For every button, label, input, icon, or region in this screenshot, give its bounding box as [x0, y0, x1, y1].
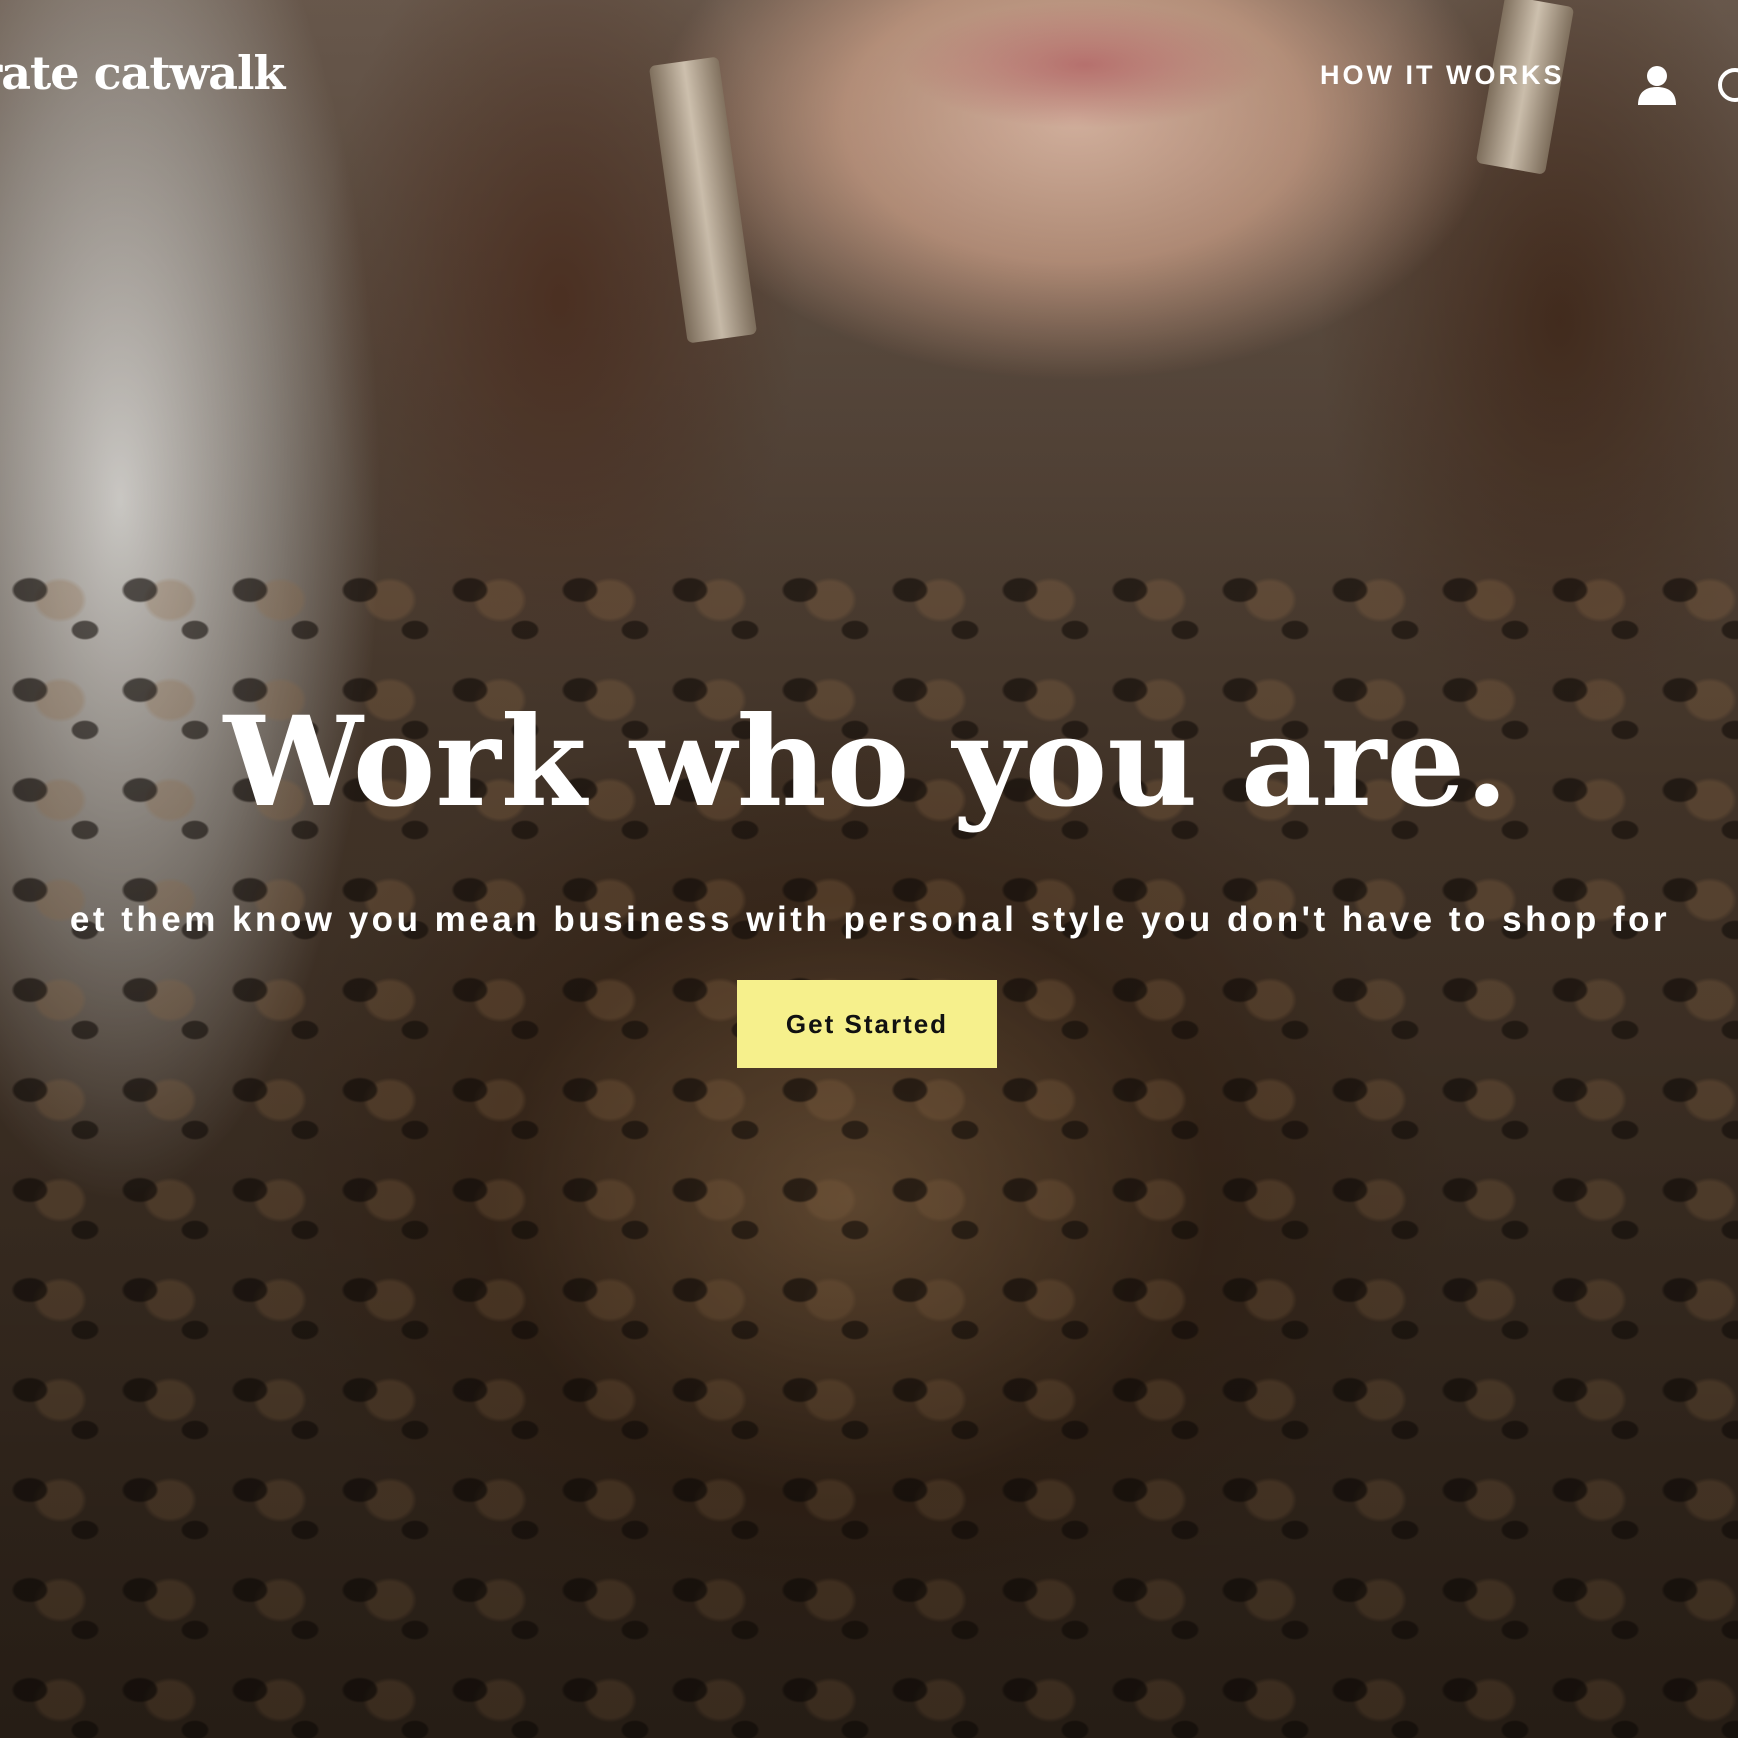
account-icon-glyph [1638, 66, 1676, 105]
get-started-button[interactable]: Get Started [737, 980, 997, 1068]
hero-headline: Work who you are. [223, 690, 1509, 835]
hero-subline: et them know you mean business with pers… [69, 900, 1671, 939]
top-nav: HOW IT WORKS [1320, 60, 1564, 91]
hero-banner: rate catwalk HOW IT WORKS Work who you a… [0, 0, 1738, 1738]
nav-how-it-works[interactable]: HOW IT WORKS [1320, 60, 1564, 91]
site-logo[interactable]: rate catwalk [0, 46, 285, 100]
hero-overlay [0, 0, 1738, 1738]
account-icon[interactable] [1636, 64, 1678, 106]
